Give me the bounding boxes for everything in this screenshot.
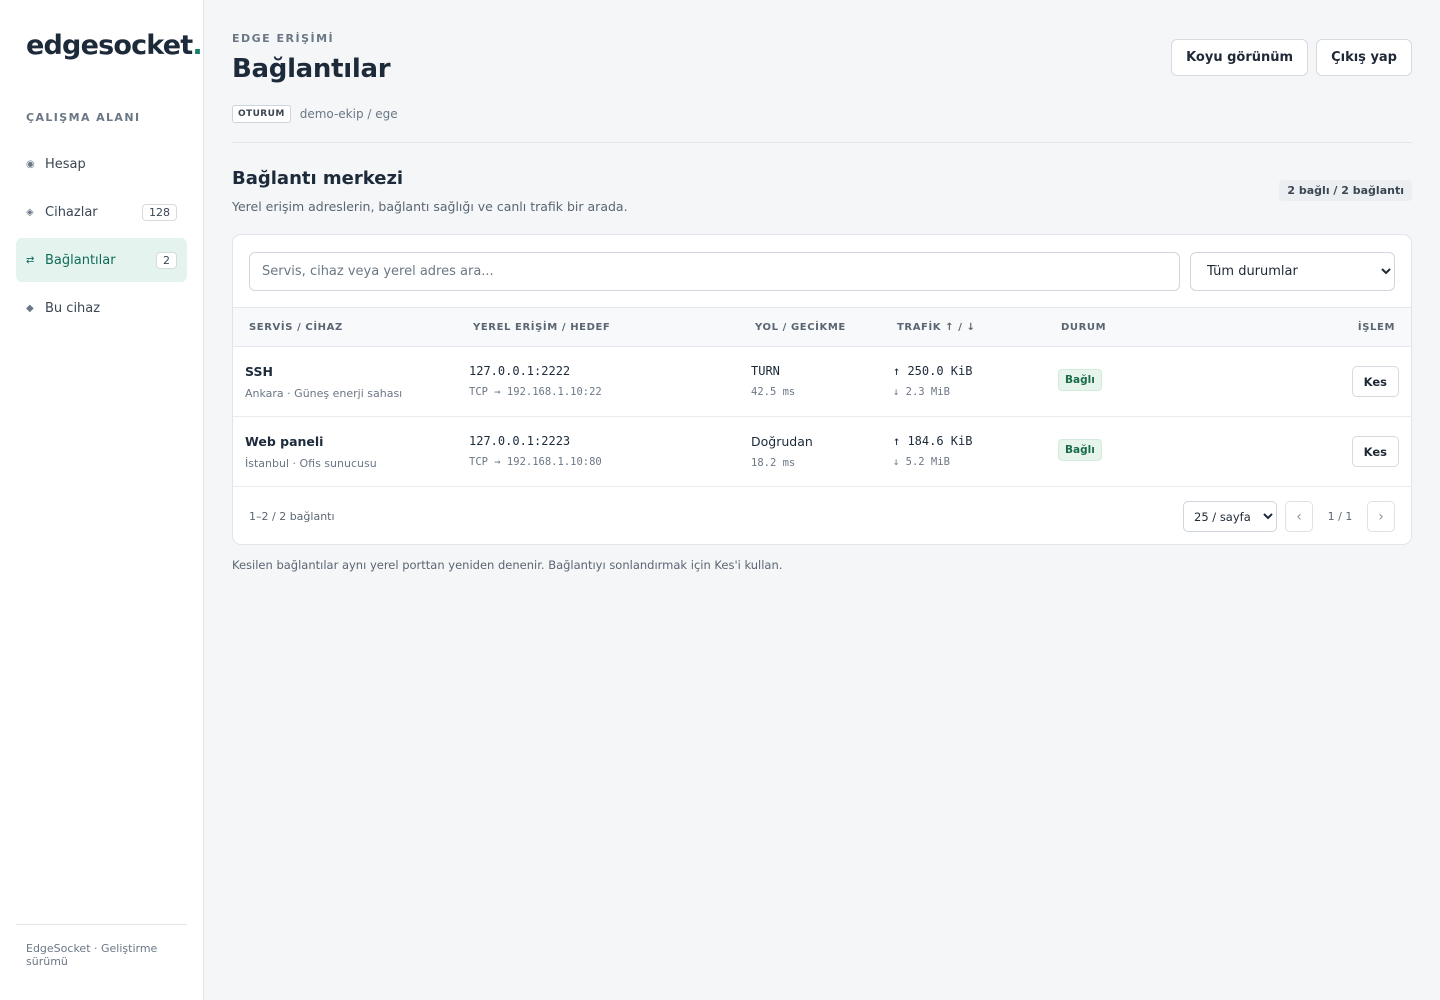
dark-mode-button[interactable]: Koyu görünüm: [1171, 39, 1309, 76]
sidebar-footer: EdgeSocket · Geliştirme sürümü: [16, 924, 187, 968]
logout-button[interactable]: Çıkış yap: [1316, 39, 1412, 76]
path-cell: Doğrudan 18.2 ms: [751, 434, 813, 469]
service-cell: Web paneli İstanbul · Ofis sunucusu: [245, 434, 377, 470]
sidebar-section-label: ÇALIŞMA ALANI: [26, 111, 141, 124]
table-header: SERVİS / CİHAZ YEREL ERİŞİM / HEDEF YOL …: [233, 307, 1411, 347]
action-cell: Kes: [1351, 436, 1399, 467]
logo-dot: .: [192, 30, 202, 61]
pagination: 25 / sayfa ‹ 1 / 1 ›: [1183, 501, 1395, 532]
target-address: TCP → 192.168.1.10:22: [469, 386, 602, 398]
column-header-path: YOL / GECİKME: [755, 322, 846, 333]
table-row: Web paneli İstanbul · Ofis sunucusu 127.…: [233, 417, 1411, 487]
filter-toolbar: Tüm durumlar: [249, 252, 1395, 291]
devices-icon: ◈: [26, 206, 34, 218]
account-icon: ◉: [26, 158, 35, 170]
sidebar-item-devices[interactable]: ◈ Cihazlar 128: [16, 190, 187, 234]
session-value: demo-ekip / ege: [299, 107, 398, 121]
pagination-range: 1–2 / 2 bağlantı: [249, 510, 335, 523]
latency: 18.2 ms: [751, 457, 796, 469]
sidebar: edgesocket. ÇALIŞMA ALANI ◉ Hesap ◈ Ciha…: [0, 0, 204, 1000]
action-cell: Kes: [1351, 366, 1399, 397]
disconnect-button[interactable]: Kes: [1351, 366, 1399, 397]
local-cell: 127.0.0.1:2222 TCP → 192.168.1.10:22: [469, 364, 602, 398]
traffic-down: ↓ 5.2 MiB: [893, 456, 950, 468]
traffic-cell: ↑ 250.0 KiB ↓ 2.3 MiB: [893, 364, 972, 398]
session-tag: OTURUM: [232, 105, 291, 123]
column-header-action: İŞLEM: [1357, 322, 1395, 333]
sidebar-item-label: Cihazlar: [45, 204, 98, 220]
app-root: edgesocket. ÇALIŞMA ALANI ◉ Hesap ◈ Ciha…: [0, 0, 1440, 1000]
sidebar-item-this-device[interactable]: ◆ Bu cihaz: [16, 286, 187, 330]
main-content: EDGE ERİŞİMİ Bağlantılar OTURUM demo-eki…: [204, 0, 1440, 1000]
device-name: İstanbul · Ofis sunucusu: [245, 457, 377, 470]
traffic-up: ↑ 184.6 KiB: [893, 434, 973, 448]
status-cell: Bağlı: [1058, 369, 1102, 391]
status-cell: Bağlı: [1058, 439, 1102, 461]
path-type: Doğrudan: [751, 434, 813, 449]
per-page-select[interactable]: 25 / sayfa: [1183, 501, 1277, 532]
traffic-up: ↑ 250.0 KiB: [893, 364, 973, 378]
sidebar-nav: ◉ Hesap ◈ Cihazlar 128 ⇄ Bağlantılar 2 ◆…: [16, 142, 187, 334]
status-badge: Bağlı: [1058, 439, 1102, 461]
connection-summary-badge: 2 bağlı / 2 bağlantı: [1279, 180, 1412, 201]
section-title: Bağlantı merkezi: [232, 168, 404, 189]
service-name: Web paneli: [245, 434, 324, 449]
latency: 42.5 ms: [751, 386, 796, 398]
table-row: SSH Ankara · Güneş enerji sahası 127.0.0…: [233, 347, 1411, 417]
path-type: TURN: [751, 364, 780, 378]
section-subtitle: Yerel erişim adreslerin, bağlantı sağlığ…: [232, 199, 628, 214]
column-header-service: SERVİS / CİHAZ: [249, 322, 343, 333]
logo[interactable]: edgesocket.: [26, 30, 203, 61]
status-badge: Bağlı: [1058, 369, 1102, 391]
sidebar-item-label: Bu cihaz: [45, 300, 101, 316]
prev-page-button[interactable]: ‹: [1285, 501, 1313, 532]
column-header-traffic[interactable]: TRAFİK ↑ / ↓: [897, 322, 976, 333]
page-eyebrow: EDGE ERİŞİMİ: [232, 32, 335, 45]
status-filter-select[interactable]: Tüm durumlar: [1190, 252, 1395, 291]
search-input[interactable]: [249, 252, 1180, 291]
service-cell: SSH Ankara · Güneş enerji sahası: [245, 364, 402, 400]
logo-text: edgesocket: [26, 30, 193, 61]
page-title: Bağlantılar: [232, 54, 391, 84]
local-cell: 127.0.0.1:2223 TCP → 192.168.1.10:80: [469, 434, 602, 468]
disconnect-button[interactable]: Kes: [1351, 436, 1399, 467]
table-footer: 1–2 / 2 bağlantı 25 / sayfa ‹ 1 / 1 ›: [233, 487, 1411, 544]
next-page-button[interactable]: ›: [1367, 501, 1395, 532]
sidebar-item-label: Bağlantılar: [45, 252, 116, 268]
service-name: SSH: [245, 364, 273, 379]
page-indicator: 1 / 1: [1327, 510, 1353, 523]
footnote: Kesilen bağlantılar aynı yerel porttan y…: [232, 558, 783, 572]
column-header-status: DURUM: [1061, 322, 1107, 333]
sidebar-item-account[interactable]: ◉ Hesap: [16, 142, 187, 186]
traffic-cell: ↑ 184.6 KiB ↓ 5.2 MiB: [893, 434, 972, 468]
connections-count-badge: 2: [156, 251, 177, 269]
connections-card: Tüm durumlar SERVİS / CİHAZ YEREL ERİŞİM…: [232, 234, 1412, 545]
path-cell: TURN 42.5 ms: [751, 364, 795, 398]
devices-count-badge: 128: [142, 203, 177, 221]
column-header-local: YEREL ERİŞİM / HEDEF: [473, 322, 611, 333]
traffic-down: ↓ 2.3 MiB: [893, 386, 950, 398]
header-actions: Koyu görünüm Çıkış yap: [1171, 39, 1412, 76]
target-address: TCP → 192.168.1.10:80: [469, 456, 602, 468]
sidebar-item-connections[interactable]: ⇄ Bağlantılar 2: [16, 238, 187, 282]
session-info: OTURUM demo-ekip / ege: [232, 105, 398, 123]
device-name: Ankara · Güneş enerji sahası: [245, 387, 403, 400]
header-divider: [232, 142, 1412, 143]
this-device-icon: ◆: [26, 302, 34, 314]
local-address: 127.0.0.1:2222: [469, 364, 571, 378]
local-address: 127.0.0.1:2223: [469, 434, 571, 448]
sidebar-item-label: Hesap: [45, 156, 86, 172]
connections-icon: ⇄: [26, 254, 35, 266]
